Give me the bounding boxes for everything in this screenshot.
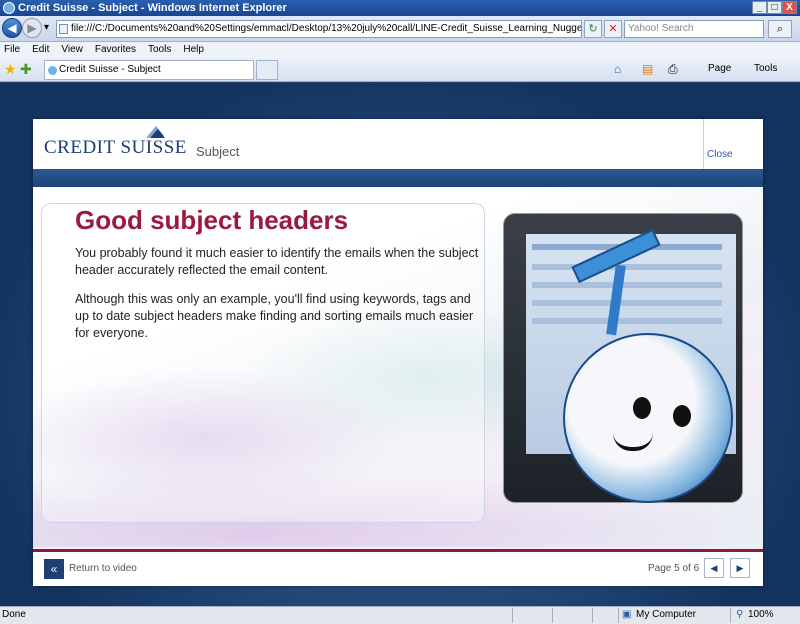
robot-eye-right (673, 405, 691, 427)
new-tab-button[interactable] (256, 60, 278, 80)
header-band (33, 169, 763, 187)
paragraph-1: You probably found it much easier to ide… (75, 246, 479, 277)
paragraph-2: Although this was only an example, you'l… (75, 292, 474, 340)
favorites-bar: ★ ✚ Credit Suisse - Subject ⌂ ▤ ⎙ Page T… (0, 58, 800, 82)
robot-mouth (613, 433, 653, 451)
robot-eye-left (633, 397, 651, 419)
navigation-bar: ◀ ▶ ▾ file:///C:/Documents%20and%20Setti… (0, 16, 800, 42)
forward-button[interactable]: ▶ (22, 18, 42, 38)
course-content: Good subject headers You probably found … (33, 187, 763, 549)
robot-face (563, 333, 733, 503)
browser-viewport: CREDIT SUISSE Subject Close Good subject… (0, 83, 800, 606)
tools-menu[interactable]: Tools (754, 62, 777, 76)
sail-logo-icon (146, 126, 165, 138)
section-title: Subject (196, 144, 240, 159)
stop-button[interactable]: ✕ (604, 20, 622, 38)
back-button[interactable]: ◀ (2, 18, 22, 38)
tab-title: Credit Suisse - Subject (59, 64, 161, 75)
search-go-button[interactable]: ⌕ (768, 20, 792, 38)
menu-bar: File Edit View Favorites Tools Help (0, 42, 800, 58)
menu-edit[interactable]: Edit (32, 44, 49, 55)
maximize-button[interactable]: □ (767, 1, 782, 14)
print-icon[interactable]: ⎙ (668, 62, 678, 76)
page-menu[interactable]: Page (708, 62, 731, 76)
status-text: Done (2, 609, 26, 620)
page-heading: Good subject headers (75, 205, 349, 235)
browser-tab[interactable]: Credit Suisse - Subject (44, 60, 254, 80)
menu-tools[interactable]: Tools (148, 44, 171, 55)
window-title: Credit Suisse - Subject - Windows Intern… (18, 2, 287, 14)
menu-file[interactable]: File (4, 44, 20, 55)
robot-illustration (463, 213, 753, 509)
page-icon (59, 24, 68, 34)
zoom-level[interactable]: 100% (748, 607, 774, 623)
return-to-video-label[interactable]: Return to video (69, 563, 137, 574)
computer-icon: ▣ (622, 609, 632, 620)
window-titlebar: Credit Suisse - Subject - Windows Intern… (0, 0, 800, 16)
add-favorite-icon[interactable]: ✚ (20, 61, 32, 78)
next-page-button[interactable]: ▶ (730, 558, 750, 578)
menu-favorites[interactable]: Favorites (95, 44, 136, 55)
address-text: file:///C:/Documents%20and%20Settings/em… (71, 23, 582, 34)
return-to-video-button[interactable]: « (44, 559, 64, 579)
star-icon[interactable]: ★ (4, 61, 17, 78)
search-input[interactable]: Yahoo! Search (624, 20, 764, 38)
status-bar: Done ▣ My Computer ⚲ 100% (0, 606, 800, 624)
history-dropdown-icon[interactable]: ▾ (44, 22, 49, 33)
previous-page-button[interactable]: ◀ (704, 558, 724, 578)
search-placeholder: Yahoo! Search (628, 23, 694, 34)
credit-suisse-logo: CREDIT SUISSE (44, 126, 187, 159)
menu-view[interactable]: View (61, 44, 83, 55)
close-area: Close (703, 119, 763, 169)
menu-help[interactable]: Help (183, 44, 204, 55)
home-icon[interactable]: ⌂ (614, 62, 621, 76)
address-bar[interactable]: file:///C:/Documents%20and%20Settings/em… (56, 20, 582, 38)
minimize-button[interactable]: _ (752, 1, 767, 14)
course-footer: « Return to video Page 5 of 6 ◀ ▶ (33, 552, 763, 586)
zone-text: My Computer (636, 609, 697, 620)
course-header: CREDIT SUISSE Subject Close (33, 119, 763, 169)
page-indicator: Page 5 of 6 (648, 563, 700, 574)
refresh-button[interactable]: ↻ (584, 20, 602, 38)
zoom-icon[interactable]: ⚲ (736, 607, 743, 623)
course-panel: CREDIT SUISSE Subject Close Good subject… (33, 119, 763, 586)
close-link[interactable]: Close (707, 149, 733, 160)
close-window-button[interactable]: X (782, 1, 797, 14)
tab-favicon-icon (48, 66, 57, 75)
feeds-icon[interactable]: ▤ (642, 62, 653, 76)
ie-logo-icon (3, 2, 15, 14)
